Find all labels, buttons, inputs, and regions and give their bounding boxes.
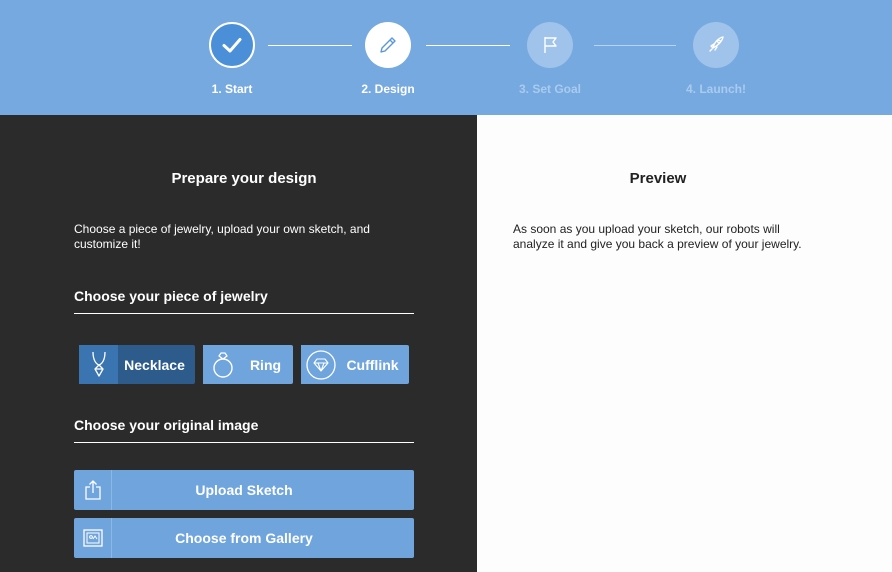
upload-icon [84,480,101,500]
step-label: 4. Launch! [685,82,746,96]
step-connector [426,45,510,46]
preview-title: Preview [629,170,687,187]
image-heading: Choose your original image [74,417,414,443]
step-circle [693,22,739,68]
cufflink-button[interactable]: Cufflink [301,345,409,384]
step-circle [527,22,573,68]
step-label: 3. Set Goal [518,82,582,96]
step-label: 2. Design [361,82,415,96]
ring-icon [212,351,233,378]
necklace-icon [91,351,106,377]
cufflink-icon [305,349,336,380]
progress-stepper: 1. Start 2. Design 3. Set Goal 4. Launch… [0,0,892,115]
gallery-icon [82,529,103,547]
panel-title: Prepare your design [171,170,317,187]
preview-text: As soon as you upload your sketch, our r… [513,222,802,251]
button-label: Upload Sketch [195,482,293,498]
upload-sketch-button[interactable]: Upload Sketch [74,470,414,510]
step-label: 1. Start [211,82,253,96]
preview-panel: Preview As soon as you upload your sketc… [477,115,892,572]
jewelry-heading: Choose your piece of jewelry [74,288,414,314]
step-connector [268,45,352,46]
rocket-icon [709,36,724,52]
flag-icon [544,37,557,53]
jewelry-label: Necklace [124,356,185,373]
jewelry-label: Cufflink [346,356,399,373]
button-label: Choose from Gallery [175,530,313,546]
choose-gallery-button[interactable]: Choose from Gallery [74,518,414,558]
check-icon [222,38,242,53]
step-connector [594,45,676,46]
step-circle [365,22,411,68]
ring-button[interactable]: Ring [203,345,293,384]
design-panel: Prepare your design Choose a piece of je… [0,115,477,572]
necklace-button[interactable]: Necklace [79,345,195,384]
step-circle [209,22,255,68]
panel-intro: Choose a piece of jewelry, upload your o… [74,222,370,251]
jewelry-label: Ring [249,356,282,373]
pencil-icon [380,37,396,53]
